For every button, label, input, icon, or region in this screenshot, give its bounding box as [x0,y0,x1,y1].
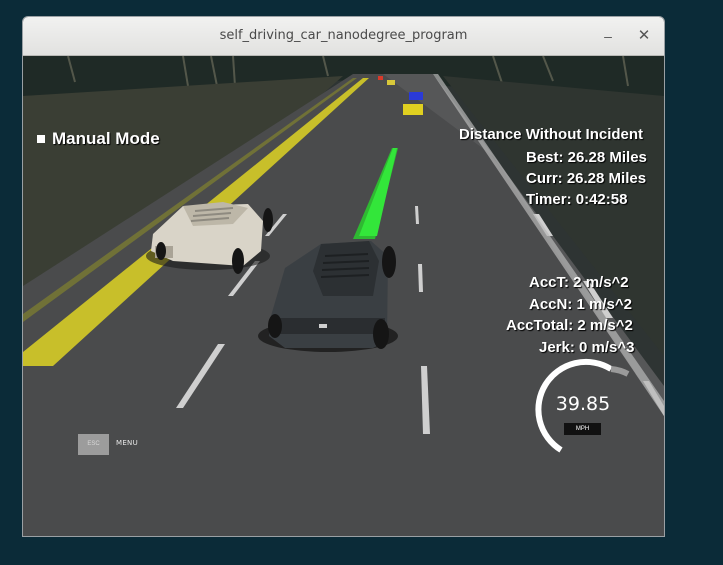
jerk: Jerk: 0 m/s^3 [539,339,635,356]
distance-title: Distance Without Incident [459,126,644,143]
mode-indicator-icon [37,135,45,143]
timer: Timer: 0:42:58 [526,191,628,208]
close-button[interactable]: ✕ [632,17,656,55]
acc-n: AccN: 1 m/s^2 [529,296,632,313]
window-title: self_driving_car_nanodegree_program [219,28,468,43]
current-distance: Curr: 26.28 Miles [526,170,647,187]
speed-value: 39.85 [555,393,611,415]
esc-button[interactable]: ESC [78,434,109,455]
best-distance: Best: 26.28 Miles [526,149,647,166]
minimize-button[interactable]: – [596,17,620,55]
speed-unit: MPH [564,423,601,435]
title-bar[interactable]: self_driving_car_nanodegree_program – ✕ [23,17,664,56]
mode-label: Manual Mode [52,129,160,148]
simulator-viewport[interactable]: Manual Mode Distance Without Incident Be… [23,56,664,536]
acc-t: AccT: 2 m/s^2 [529,274,629,291]
app-window: self_driving_car_nanodegree_program – ✕ [22,16,665,537]
menu-label[interactable]: MENU [116,439,138,447]
acc-total: AccTotal: 2 m/s^2 [506,317,633,334]
